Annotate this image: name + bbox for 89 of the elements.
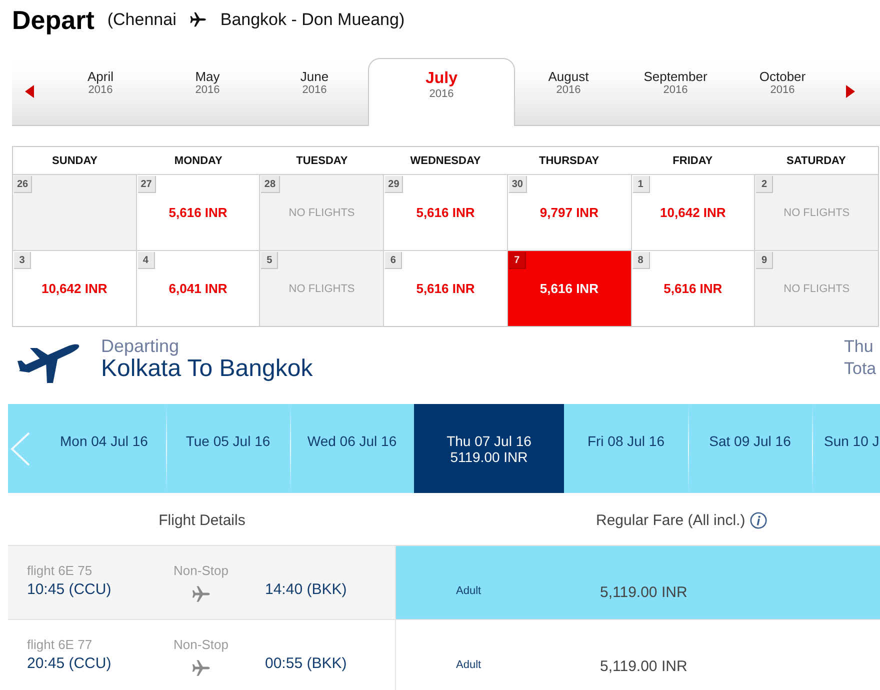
weekday-label: SATURDAY — [786, 154, 847, 168]
day-number: 1 — [632, 176, 650, 193]
column-header: Flight Details — [158, 512, 246, 528]
fare-amount: 5,119.00 INR — [600, 658, 688, 676]
calendar-day[interactable]: 27 5,616 INR — [136, 175, 260, 250]
weekday-label: TUESDAY — [295, 154, 349, 168]
calendar-day[interactable]: 6 5,616 INR — [384, 251, 507, 326]
month-tab[interactable]: April 2016 — [47, 58, 154, 125]
fare-price: 9,797 INR — [540, 205, 598, 220]
stops-label: Non-Stop — [174, 562, 228, 580]
departure-time: 10:45 (CCU) — [27, 580, 112, 600]
day-number: 7 — [508, 252, 526, 269]
weekday-label: MONDAY — [173, 154, 224, 168]
weekday-label: THURSDAY — [538, 154, 600, 168]
date-tab[interactable]: Thu 07 Jul 16 5119.00 INR — [414, 404, 564, 493]
calendar-day[interactable]: 7 5,616 INR — [508, 251, 631, 326]
day-number: 5 — [261, 252, 278, 269]
fare-price: 5,616 INR — [664, 281, 722, 296]
day-number: 4 — [138, 252, 155, 269]
day-number: 28 — [261, 176, 280, 193]
previous-month-button[interactable] — [25, 85, 34, 98]
flight-number: flight 6E 75 — [27, 562, 94, 580]
no-flights-label: NO FLIGHTS — [784, 282, 850, 294]
arrival-time: 00:55 (BKK) — [265, 654, 347, 674]
no-flights-label: NO FLIGHTS — [288, 282, 355, 294]
calendar-day[interactable]: 8 5,616 INR — [632, 251, 754, 326]
arrival-time: 14:40 (BKK) — [265, 580, 347, 600]
month-tab[interactable]: September 2016 — [622, 58, 729, 125]
day-number: 6 — [385, 252, 402, 269]
passenger-type: Adult — [456, 658, 482, 672]
no-flights-label: NO FLIGHTS — [288, 206, 355, 218]
weekday-label: FRIDAY — [672, 154, 714, 168]
summary-text: Thu — [844, 336, 874, 358]
passenger-type: Adult — [456, 584, 482, 598]
date-tab[interactable]: Wed 06 Jul 16 — [290, 404, 414, 493]
fare-price: 10,642 INR — [41, 281, 108, 296]
day-number: 8 — [632, 252, 650, 269]
fare-price: 5,616 INR — [540, 281, 598, 296]
section-label: Departing — [101, 336, 180, 356]
next-month-button[interactable] — [846, 85, 855, 98]
month-tab[interactable]: August 2016 — [515, 58, 622, 125]
day-number: 9 — [756, 252, 774, 269]
departure-time: 20:45 (CCU) — [27, 654, 112, 674]
date-tab[interactable]: Sun 10 J — [812, 404, 880, 493]
plane-icon — [190, 12, 206, 27]
fare-amount: 5,119.00 INR — [600, 584, 688, 602]
day-number: 26 — [14, 176, 32, 193]
summary-text: Tota — [844, 358, 878, 380]
day-number: 27 — [138, 176, 156, 193]
month-tab[interactable]: June 2016 — [261, 58, 368, 125]
weekday-label: WEDNESDAY — [409, 154, 482, 168]
calendar-day[interactable]: 30 9,797 INR — [508, 175, 631, 250]
route-destination: Bangkok - Don Mueang) — [220, 8, 405, 30]
column-header: Regular Fare (All incl.) — [596, 512, 746, 528]
route-title: Kolkata To Bangkok — [101, 356, 313, 382]
date-tab[interactable]: Tue 05 Jul 16 — [166, 404, 290, 493]
fare-price: 10,642 INR — [660, 205, 726, 220]
plane-icon — [191, 660, 211, 676]
date-tab[interactable]: Fri 08 Jul 16 — [564, 404, 688, 493]
no-flights-label: NO FLIGHTS — [784, 206, 850, 218]
chevron-left-icon — [10, 432, 30, 466]
month-tab[interactable]: May 2016 — [154, 58, 261, 125]
page-title: Depart — [12, 4, 94, 34]
calendar-day[interactable]: 1 10,642 INR — [632, 175, 754, 250]
calendar-day[interactable]: 4 6,041 INR — [136, 251, 260, 326]
calendar-day[interactable]: 3 10,642 INR — [13, 251, 136, 326]
day-number: 3 — [14, 252, 31, 269]
fare-price: 5,616 INR — [416, 281, 475, 296]
flight-info-cell[interactable]: flight 6E 75 10:45 (CCU) Non-Stop 14:40 (BKK) — [8, 546, 396, 619]
day-number: 30 — [508, 176, 527, 193]
fare-price: 5,616 INR — [416, 205, 475, 220]
date-tab[interactable]: Mon 04 Jul 16 — [42, 404, 166, 493]
caret-right-icon — [846, 85, 855, 98]
month-tab[interactable]: July 2016 — [368, 58, 515, 126]
calendar-day[interactable]: 29 5,616 INR — [384, 175, 507, 250]
plane-icon — [191, 586, 211, 602]
caret-left-icon — [25, 85, 34, 98]
day-number: 29 — [385, 176, 404, 193]
fare-price: 6,041 INR — [168, 281, 228, 296]
fare-price: 5,616 INR — [168, 205, 228, 220]
date-tab[interactable]: Sat 09 Jul 16 — [688, 404, 812, 493]
flight-number: flight 6E 77 — [27, 636, 94, 654]
stops-label: Non-Stop — [174, 636, 228, 654]
month-tab[interactable]: October 2016 — [729, 58, 836, 125]
weekday-label: SUNDAY — [51, 154, 98, 168]
route-origin: (Chennai — [107, 8, 176, 30]
info-icon[interactable] — [750, 512, 768, 528]
fare-cell[interactable]: Adult 5,119.00 INR — [396, 546, 880, 619]
day-number: 2 — [756, 176, 774, 193]
